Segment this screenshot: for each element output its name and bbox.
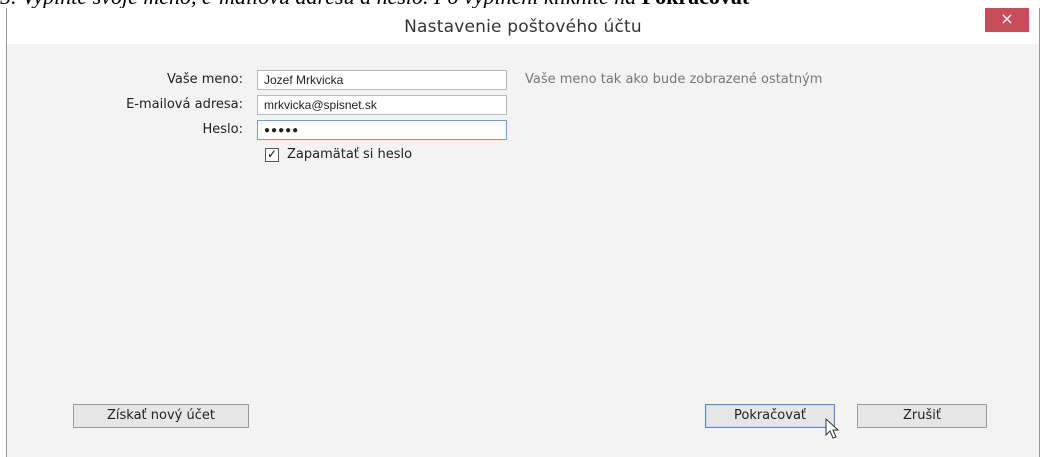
continue-button[interactable]: Pokračovať — [705, 404, 835, 428]
name-field[interactable]: Jozef Mrkvicka — [257, 70, 507, 90]
mouse-pointer-icon — [825, 418, 840, 439]
password-field[interactable]: ●●●●● — [257, 120, 507, 140]
cancel-button[interactable]: Zrušiť — [857, 404, 987, 428]
remember-password-checkbox[interactable]: ✓ — [265, 148, 279, 162]
get-new-account-button[interactable]: Získať nový účet — [73, 404, 249, 428]
remember-password-label: Zapamätať si heslo — [287, 147, 413, 162]
name-hint: Vaše meno tak ako bude zobrazené ostatný… — [525, 72, 823, 87]
password-label: Heslo: — [202, 122, 244, 137]
name-label: Vaše meno: — [167, 72, 243, 87]
title-bar: Nastavenie poštového účtu × — [7, 8, 1039, 44]
mail-account-setup-dialog: Nastavenie poštového účtu × Vaše meno: J… — [6, 8, 1040, 457]
email-label: E-mailová adresa: — [126, 97, 243, 112]
email-field[interactable]: mrkvicka@spisnet.sk — [257, 95, 507, 115]
dialog-title: Nastavenie poštového účtu — [404, 17, 642, 37]
close-button[interactable]: × — [985, 8, 1029, 32]
